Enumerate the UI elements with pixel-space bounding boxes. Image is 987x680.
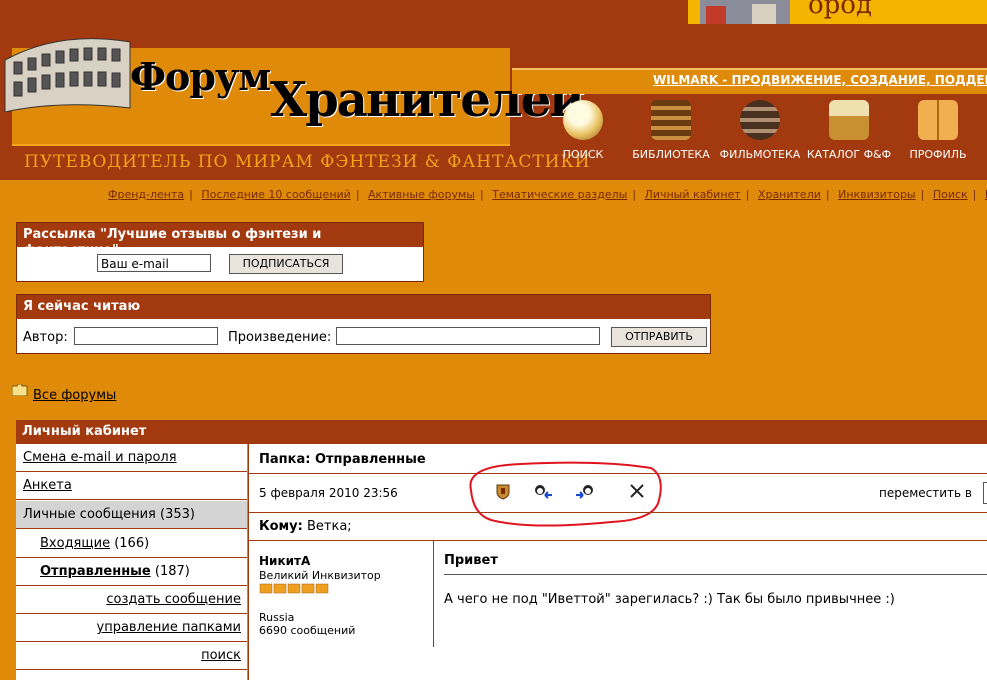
menu-create-message-label[interactable]: создать сообщение [106,592,241,607]
nav-catalog-label: КАТАЛОГ Ф&Ф [806,148,892,161]
profile-book-icon [918,100,958,140]
cabinet-title: Личный кабинет [16,420,987,444]
menu-sent-label[interactable]: Отправленные [40,564,151,579]
cabinet-menu: Смена e-mail и пароля Анкета Личные сооб… [16,444,247,680]
recipient-value: Ветка; [307,519,352,534]
subject-divider [444,574,987,575]
menu-manage-folders[interactable]: управление папками [16,614,247,642]
menu-inbox-count: (166) [114,536,150,551]
menu-search-label[interactable]: поиск [201,648,241,663]
link-keepers[interactable]: Хранители [758,188,821,201]
work-input[interactable] [336,327,600,345]
menu-private-messages-label: Личные сообщения [23,507,156,522]
menu-manage-folders-label[interactable]: управление папками [97,620,242,635]
message-subject: Привет [444,553,498,568]
header-divider [12,144,510,146]
nav-profile-label: ПРОФИЛЬ [909,148,967,161]
reading-submit-button[interactable]: ОТПРАВИТЬ [611,327,707,347]
subscribe-button[interactable]: ПОДПИСАТЬСЯ [229,254,343,274]
link-inquisitors[interactable]: Инквизиторы [838,188,916,201]
recipient-label: Кому: [259,519,303,534]
author-name[interactable]: НикитА [259,554,310,568]
link-search[interactable]: Поиск [933,188,968,201]
menu-inbox-label[interactable]: Входящие [40,536,110,551]
banner-castle-image [700,0,790,24]
nav-catalog[interactable]: КАТАЛОГ Ф&Ф [804,100,894,161]
move-label: переместить в [879,486,972,500]
subscribe-title: Рассылка "Лучшие отзывы о фэнтези и фант… [17,223,423,258]
message-panel: Папка: Отправленные 5 февраля 2010 23:56… [248,444,987,680]
work-label: Произведение: [228,330,332,345]
top-links: Френд-лента | Последние 10 сообщений | Акт… [108,188,987,201]
link-cabinet[interactable]: Личный кабинет [645,188,741,201]
column-divider [433,541,434,647]
reading-title: Я сейчас читаю [17,295,710,319]
promo-link[interactable]: WILMARK - ПРОДВИЖЕНИЕ, СОЗДАНИЕ, ПОДДЕРЖ… [653,73,987,87]
menu-create-message[interactable]: создать сообщение [16,586,247,614]
colosseum-logo-icon [4,38,131,112]
nav-library[interactable]: БИБЛИОТЕКА [626,100,716,161]
menu-private-messages[interactable]: Личные сообщения (353) [16,501,247,529]
subscribe-box: Рассылка "Лучшие отзывы о фэнтези и фант… [16,222,424,282]
menu-private-messages-count: (353) [160,507,195,522]
all-forums-link[interactable]: Все форумы [33,388,116,403]
reading-box: Я сейчас читаю Автор: Произведение: ОТПР… [16,294,711,354]
menu-profile-form[interactable]: Анкета [16,472,247,500]
menu-search[interactable]: поиск [16,642,247,670]
folder-icon [11,383,28,397]
nav-profile[interactable]: ПРОФИЛЬ [893,100,983,161]
author-label: Автор: [23,330,68,345]
catalog-box-icon [829,100,869,140]
author-input[interactable] [74,327,218,345]
banner-text: ород [808,0,872,20]
link-friend-feed[interactable]: Френд-лента [108,188,184,201]
site-tagline: ПУТЕВОДИТЕЛЬ ПО МИРАМ ФЭНТЕЗИ & ФАНТАСТИ… [24,152,591,172]
menu-profile-form-label[interactable]: Анкета [23,478,72,493]
ad-banner[interactable]: ород [688,0,987,24]
rank-stars-icon [259,582,339,594]
link-last-10[interactable]: Последние 10 сообщений [201,188,350,201]
author-rank: Великий Инквизитор [259,569,381,582]
film-reels-icon [740,100,780,140]
nav-library-label: БИБЛИОТЕКА [632,148,710,161]
menu-change-email-label[interactable]: Смена e-mail и пароля [23,450,177,465]
crystal-ball-icon [563,100,603,140]
menu-sent[interactable]: Отправленные (187) [16,558,247,586]
folder-heading: Папка: Отправленные [259,452,426,467]
nav-search[interactable]: ПОИСК [538,100,628,161]
nav-films-label: ФИЛЬМОТЕКА [719,148,801,161]
subscribe-email-input[interactable]: Ваш e-mail [97,254,211,272]
author-posts: 6690 сообщений [259,624,356,637]
nav-search-label: ПОИСК [562,148,604,161]
message-body: А чего не под "Иветтой" зарегилась? :) Т… [444,592,895,607]
menu-sent-count: (187) [154,564,190,579]
move-folder-select[interactable] [983,482,987,504]
annotation-circle [469,461,662,527]
link-active-forums[interactable]: Активные форумы [368,188,475,201]
message-date: 5 февраля 2010 23:56 [259,486,398,500]
books-icon [651,100,691,140]
author-country: Russia [259,611,295,624]
menu-inbox[interactable]: Входящие (166) [16,530,247,558]
recipient-row: Кому: Ветка; [259,519,352,534]
menu-change-email[interactable]: Смена e-mail и пароля [16,444,247,472]
logo-word-forum: Форум [130,54,271,99]
nav-films[interactable]: ФИЛЬМОТЕКА [715,100,805,161]
row-divider [249,540,987,541]
link-thematic[interactable]: Тематические разделы [492,188,627,201]
row-divider [249,512,987,513]
